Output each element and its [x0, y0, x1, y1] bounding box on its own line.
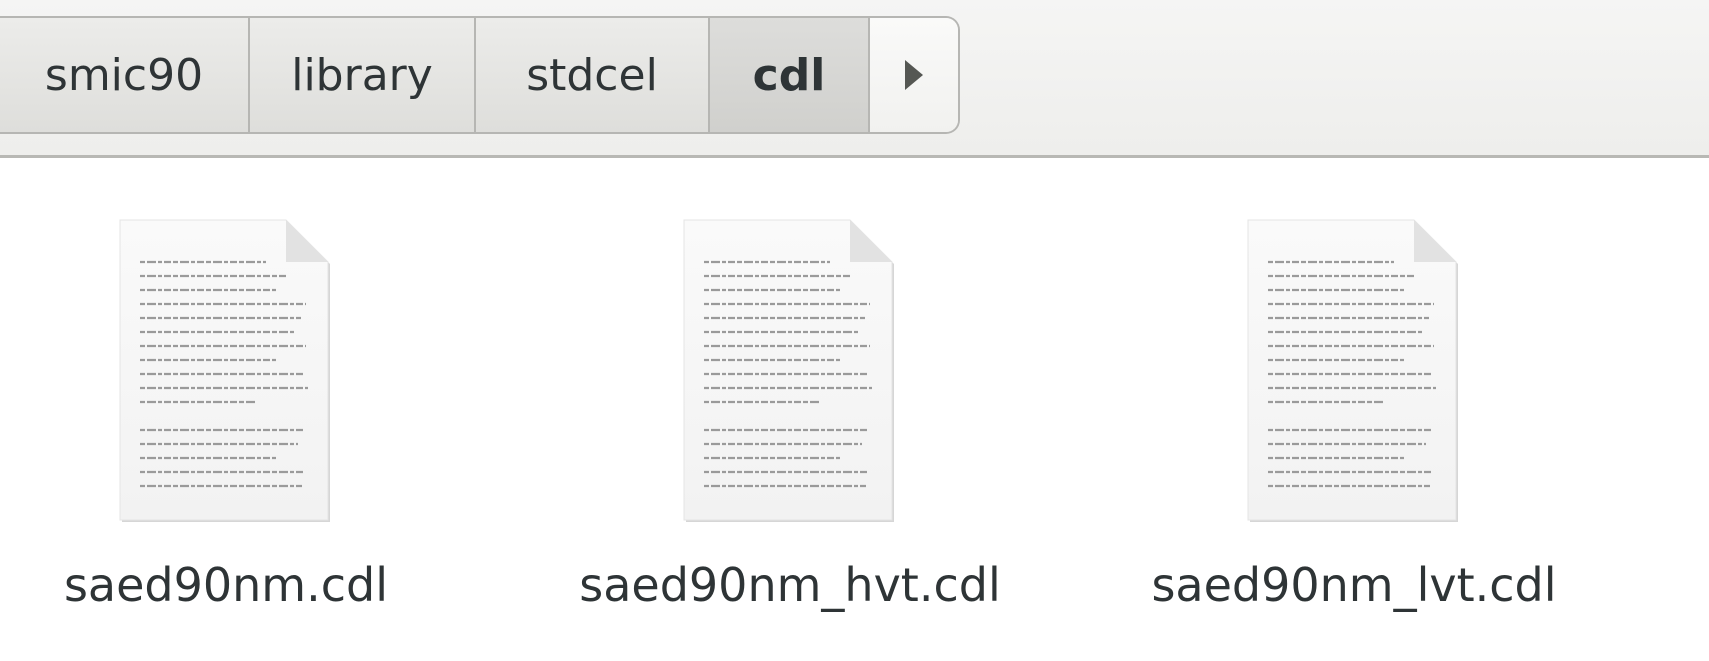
pathbar-forward-button[interactable] [870, 18, 958, 132]
file-name: saed90nm_lvt.cdl [1151, 558, 1557, 612]
file-view: saed90nm.cdl saed90nm_hvt.cdl saed90nm_l… [0, 158, 1709, 661]
text-document-icon [680, 218, 900, 528]
crumb-stdcel[interactable]: stdcel [476, 18, 710, 132]
triangle-right-icon [905, 60, 923, 90]
text-document-icon [116, 218, 336, 528]
crumb-label: smic90 [44, 49, 204, 101]
crumb-smic90[interactable]: smic90 [0, 18, 250, 132]
path-bar: smic90 library stdcel cdl [0, 16, 960, 134]
crumb-library[interactable]: library [250, 18, 476, 132]
file-name: saed90nm_hvt.cdl [579, 558, 1001, 612]
file-name: saed90nm.cdl [63, 558, 389, 612]
file-item[interactable]: saed90nm.cdl [16, 218, 436, 612]
crumb-label: stdcel [526, 49, 658, 101]
crumb-cdl-current[interactable]: cdl [710, 18, 870, 132]
crumb-label: cdl [752, 49, 826, 101]
text-document-icon [1244, 218, 1464, 528]
location-toolbar: smic90 library stdcel cdl [0, 0, 1709, 158]
crumb-label: library [291, 49, 433, 101]
file-item[interactable]: saed90nm_lvt.cdl [1144, 218, 1564, 612]
file-item[interactable]: saed90nm_hvt.cdl [579, 218, 1001, 612]
